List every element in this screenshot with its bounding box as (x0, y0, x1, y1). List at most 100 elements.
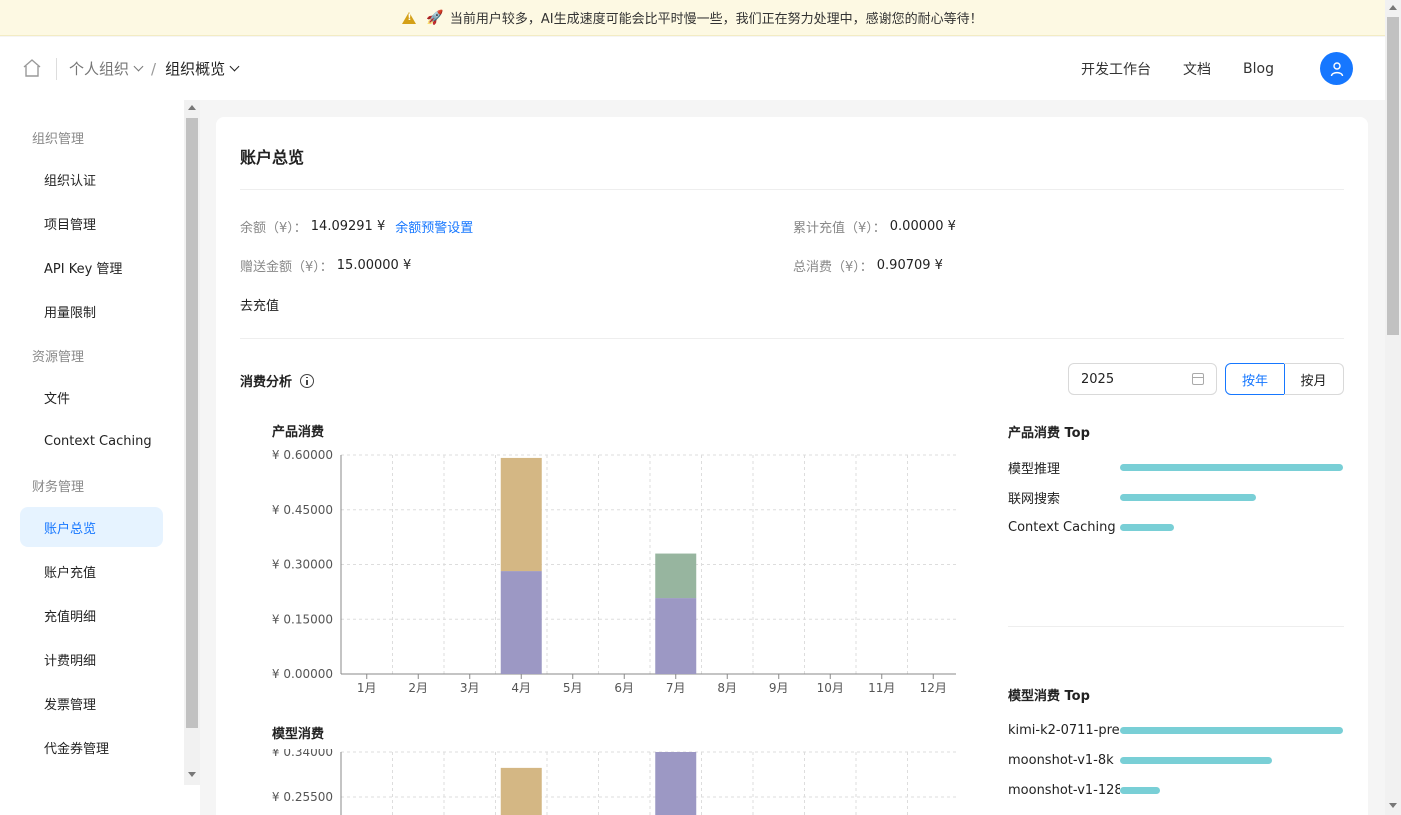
sidebar-item-vouchers[interactable]: 代金券管理 (20, 727, 163, 767)
product-top-row: 联网搜索 (1008, 487, 1344, 507)
gift-label: 赠送金额（¥）： (240, 260, 333, 275)
sidebar-item-invoices[interactable]: 发票管理 (20, 683, 163, 723)
product-top-label: 联网搜索 (1008, 491, 1061, 507)
x-tick-label: 3月 (460, 681, 480, 695)
model-top-label: moonshot-v1-128k (1008, 782, 1120, 798)
scroll-up-icon[interactable] (1389, 5, 1397, 10)
x-tick-label: 10月 (817, 681, 844, 695)
product-chart-title: 产品消费 (272, 425, 325, 440)
total-recharge-label: 累计充值（¥）： (793, 221, 886, 236)
y-tick-label: ¥ 0.25500 (272, 790, 333, 804)
consumption-analysis-title: 消费分析 (240, 371, 315, 390)
sidebar-item-org-verify[interactable]: 组织认证 (20, 159, 163, 199)
sidebar-item-usage-limits[interactable]: 用量限制 (20, 291, 163, 331)
account-overview-card: 账户总览 余额（¥）： 14.09291 ¥ 余额预警设置 累计充值（¥）： 0… (216, 117, 1368, 815)
chevron-down-icon (229, 61, 240, 72)
bar (500, 767, 542, 815)
product-top-label: 模型推理 (1008, 461, 1061, 477)
y-tick-label: ¥ 0.30000 (272, 558, 333, 572)
divider (1008, 626, 1344, 627)
org-switcher[interactable]: 个人组织 (69, 58, 144, 79)
top-navbar: 个人组织 / 组织概览 开发工作台 文档 Blog (0, 37, 1385, 100)
balance-row: 余额（¥）： 14.09291 ¥ 余额预警设置 (240, 217, 473, 236)
x-tick-label: 6月 (614, 681, 634, 695)
user-icon (1330, 61, 1343, 76)
blog-link[interactable]: Blog (1243, 61, 1274, 77)
calendar-icon (1192, 373, 1204, 385)
product-top-row: Context Caching (1008, 517, 1344, 537)
consumption-analysis-label: 消费分析 (240, 375, 293, 390)
sidebar-group-finance: 财务管理 (32, 480, 85, 495)
x-tick-label: 12月 (920, 681, 947, 695)
sidebar-item-api-keys[interactable]: API Key 管理 (20, 247, 163, 287)
sidebar-group-org: 组织管理 (32, 132, 85, 147)
bar-segment (655, 553, 697, 599)
x-tick-label: 9月 (769, 681, 789, 695)
divider (56, 57, 57, 80)
model-top-bar (1120, 726, 1343, 734)
sidebar-item-files[interactable]: 文件 (20, 377, 163, 417)
model-top-row: moonshot-v1-128k (1008, 780, 1344, 800)
total-spend-label: 总消费（¥）： (793, 260, 873, 275)
x-tick-label: 1月 (357, 681, 377, 695)
total-spend-row: 总消费（¥）： 0.90709 ¥ (793, 256, 943, 275)
model-top-row: kimi-k2-0711-preview (1008, 720, 1344, 740)
y-tick-label: ¥ 0.34000 (272, 749, 333, 759)
model-top-label: moonshot-v1-8k (1008, 752, 1114, 768)
product-top-bar (1120, 493, 1257, 501)
product-top-title: 产品消费 Top (1008, 426, 1090, 441)
model-top-row: moonshot-v1-8k (1008, 750, 1344, 770)
workbench-link[interactable]: 开发工作台 (1081, 59, 1151, 79)
year-value: 2025 (1081, 371, 1115, 387)
sidebar-scrollbar-thumb[interactable] (186, 118, 198, 728)
x-tick-label: 2月 (408, 681, 428, 695)
sidebar-item-projects[interactable]: 项目管理 (20, 203, 163, 243)
bar-segment (500, 457, 542, 572)
org-name: 个人组织 (69, 60, 130, 78)
year-picker[interactable]: 2025 (1068, 363, 1217, 395)
page-title: 账户总览 (240, 148, 305, 167)
recharge-link[interactable]: 去充值 (240, 295, 279, 314)
y-tick-label: ¥ 0.60000 (272, 448, 333, 462)
page-scrollbar[interactable] (1385, 0, 1401, 815)
total-recharge-row: 累计充值（¥）： 0.00000 ¥ (793, 217, 956, 236)
home-icon[interactable] (22, 58, 44, 80)
bar-segment (655, 598, 697, 674)
model-top-label: kimi-k2-0711-preview (1008, 722, 1120, 738)
breadcrumb-separator: / (151, 59, 157, 78)
model-top-bar (1120, 756, 1272, 764)
y-tick-label: ¥ 0.00000 (272, 667, 333, 681)
bar (655, 752, 697, 815)
bar-segment (500, 571, 542, 674)
scroll-down-icon[interactable] (1389, 803, 1397, 808)
sidebar-item-recharge[interactable]: 账户充值 (20, 551, 163, 591)
sidebar-item-account-overview[interactable]: 账户总览 (20, 507, 163, 547)
total-recharge-value: 0.00000 ¥ (889, 219, 956, 234)
product-top-bar (1120, 523, 1174, 531)
docs-link[interactable]: 文档 (1183, 59, 1211, 79)
gift-value: 15.00000 ¥ (336, 258, 412, 273)
scroll-down-icon[interactable] (188, 772, 196, 777)
product-top-label: Context Caching (1008, 519, 1116, 535)
product-top-bar (1120, 463, 1343, 471)
page-name: 组织概览 (165, 60, 226, 78)
balance-alert-link[interactable]: 余额预警设置 (395, 217, 473, 236)
scroll-up-icon[interactable] (188, 105, 196, 110)
user-avatar[interactable] (1320, 52, 1353, 85)
sidebar-scrollbar[interactable] (184, 100, 200, 785)
divider (240, 189, 1344, 190)
sidebar-item-billing-details[interactable]: 计费明细 (20, 639, 163, 679)
y-tick-label: ¥ 0.15000 (272, 612, 333, 626)
divider (240, 338, 1344, 339)
product-consumption-chart: ¥ 0.00000 ¥ 0.15000 ¥ 0.30000 ¥ 0.45000 ¥ 0.… (272, 448, 956, 695)
by-month-button[interactable]: 按月 (1284, 363, 1344, 395)
model-consumption-chart: ¥ 0.34000 ¥ 0.25500 (272, 749, 956, 815)
page-switcher[interactable]: 组织概览 (165, 58, 240, 79)
info-icon[interactable] (300, 373, 315, 388)
by-year-button[interactable]: 按年 (1225, 363, 1285, 395)
x-tick-label: 7月 (666, 681, 686, 695)
rocket-icon: 🚀 (426, 9, 444, 26)
sidebar-item-context-caching[interactable]: Context Caching (20, 421, 163, 461)
page-scrollbar-thumb[interactable] (1387, 17, 1399, 335)
sidebar-item-recharge-details[interactable]: 充值明细 (20, 595, 163, 635)
